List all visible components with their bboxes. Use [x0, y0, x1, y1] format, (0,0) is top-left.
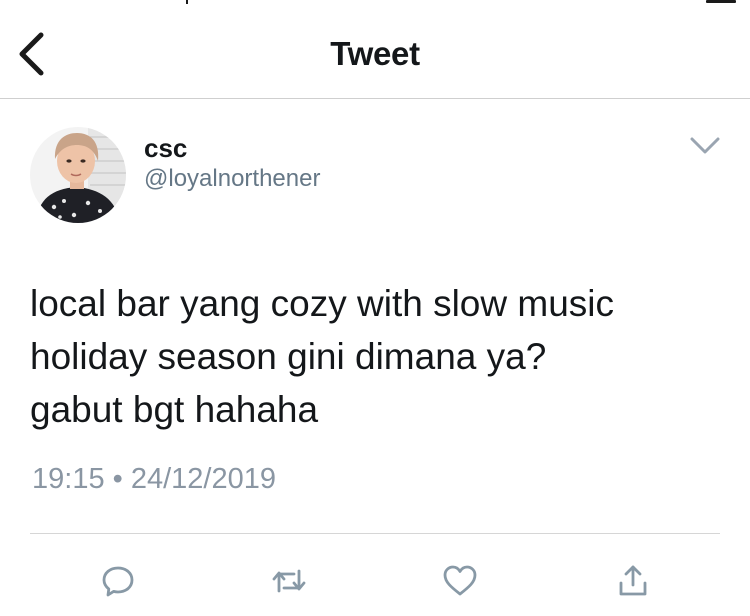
author-handle[interactable]: @loyalnorthener — [144, 165, 320, 193]
author-name[interactable]: csc — [144, 133, 187, 164]
status-bar-mark — [186, 0, 188, 4]
chevron-down-icon — [690, 137, 720, 154]
divider — [30, 533, 720, 534]
tweet-text: local bar yang cozy with slow music holi… — [30, 277, 720, 436]
avatar-photo — [30, 127, 126, 223]
like-icon — [443, 565, 477, 596]
share-icon — [619, 565, 647, 596]
page-title: Tweet — [330, 35, 420, 72]
battery-indicator — [706, 0, 736, 3]
like-button[interactable] — [436, 557, 484, 605]
tweet-date: 24/12/2019 — [130, 463, 277, 495]
navigation-bar: Tweet — [0, 8, 750, 99]
timestamp-separator: • — [112, 463, 123, 495]
tweet-text-line: local bar yang cozy with slow music — [30, 283, 614, 324]
tweet-options-button[interactable] — [682, 129, 728, 163]
avatar[interactable] — [30, 127, 126, 223]
tweet-detail: csc @loyalnorthener local bar yang cozy … — [0, 99, 750, 616]
tweet-text-line: holiday season gini dimana ya? — [30, 336, 547, 377]
status-bar-remnant — [0, 0, 750, 8]
tweet-timestamp: 19:15 • 24/12/2019 — [32, 463, 276, 496]
tweet-text-line: gabut bgt hahaha — [30, 389, 319, 430]
share-button[interactable] — [609, 557, 657, 605]
tweet-actions — [0, 549, 750, 609]
reply-button[interactable] — [94, 557, 142, 605]
retweet-icon — [272, 569, 306, 593]
retweet-button[interactable] — [265, 557, 313, 605]
tweet-time: 19:15 — [32, 463, 105, 495]
reply-icon — [102, 566, 134, 597]
